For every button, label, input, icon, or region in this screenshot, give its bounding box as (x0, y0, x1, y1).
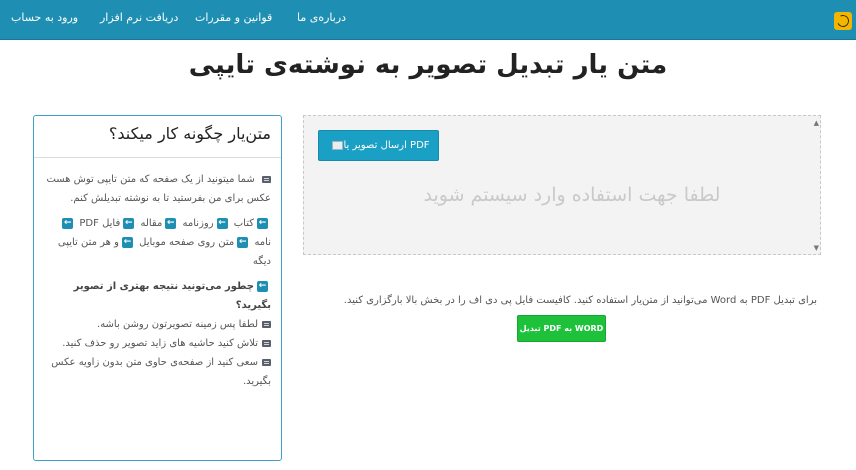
nav-rules[interactable]: قوانین و مقررات (195, 11, 272, 24)
source-item: کتاب (233, 218, 254, 229)
tips-heading: چطور می‌تونید نتیجه بهتری از تصویر بگیری… (73, 281, 271, 311)
arrow-left-icon: ← (237, 236, 249, 248)
how-it-works-panel: متن‌یار چگونه کار میکند؟ شما میتونید از … (33, 115, 282, 461)
sources-list: ←کتاب ←روزنامه ←مقاله ←فایل PDF ←نامه ←م… (46, 214, 271, 271)
arrow-left-icon: ← (123, 217, 135, 229)
nav-login[interactable]: ورود به حساب (11, 11, 78, 24)
image-icon (332, 141, 344, 150)
login-hint: لطفا جهت استفاده وارد سیستم شوید (423, 184, 721, 206)
source-item: متن روی صفحه موبایل (139, 237, 235, 248)
arrow-left-icon: ← (257, 217, 268, 229)
upload-button[interactable]: ارسال تصویر یا PDF (318, 130, 439, 161)
nav-download[interactable]: دریافت نرم افزار (100, 11, 178, 24)
card-icon (262, 358, 271, 366)
pdf-to-word-note: برای تبدیل PDF به Word می‌توانید از متن‌… (343, 295, 817, 306)
intro-text: شما میتونید از یک صفحه که متن تایپی توش … (46, 174, 271, 204)
page-title: متن یار تبدیل تصویر به نوشته‌ی تایپی (188, 50, 668, 80)
convert-pdf-to-word-button[interactable]: تبدیل PDF به WORD (517, 315, 606, 342)
source-item: روزنامه (182, 218, 214, 229)
arrow-left-icon: ← (257, 280, 268, 292)
source-item: مقاله (140, 218, 163, 229)
scroll-up-icon[interactable]: ▲ (814, 119, 819, 127)
tip-item: تلاش کنید حاشیه های زاید تصویر رو حذف کن… (46, 334, 271, 353)
scroll-down-icon[interactable]: ▼ (814, 244, 819, 252)
arrow-left-icon: ← (121, 236, 133, 248)
intro-paragraph: شما میتونید از یک صفحه که متن تایپی توش … (46, 170, 271, 208)
tip-item: سعی کنید از صفحه‌ی حاوی متن بدون زاویه ع… (46, 353, 271, 391)
card-icon (262, 320, 271, 328)
source-item: نامه (254, 237, 271, 248)
panel-body: شما میتونید از یک صفحه که متن تایپی توش … (34, 158, 281, 391)
top-navbar: درباره‌ی ما قوانین و مقررات دریافت نرم ا… (0, 0, 856, 40)
tip-text: سعی کنید از صفحه‌ی حاوی متن بدون زاویه ع… (51, 357, 271, 387)
source-item: فایل PDF (79, 218, 121, 229)
card-icon (262, 339, 271, 347)
tip-item: لطفا پس زمینه تصویرتون روشن باشه. (46, 315, 271, 334)
upload-button-label: ارسال تصویر یا PDF (343, 140, 430, 151)
arrow-left-icon: ← (165, 217, 177, 229)
panel-heading: متن‌یار چگونه کار میکند؟ (34, 116, 281, 158)
tips-heading-row: ←چطور می‌تونید نتیجه بهتری از تصویر بگیر… (46, 277, 271, 315)
arrow-left-icon: ← (216, 217, 228, 229)
tip-text: لطفا پس زمینه تصویرتون روشن باشه. (97, 319, 258, 330)
nav-about[interactable]: درباره‌ی ما (297, 11, 346, 24)
card-icon (262, 175, 271, 183)
smiley-logo-icon[interactable] (834, 12, 852, 30)
tip-text: تلاش کنید حاشیه های زاید تصویر رو حذف کن… (62, 338, 258, 349)
upload-dropzone[interactable]: ارسال تصویر یا PDF لطفا جهت استفاده وارد… (303, 115, 821, 255)
arrow-left-icon: ← (62, 217, 74, 229)
